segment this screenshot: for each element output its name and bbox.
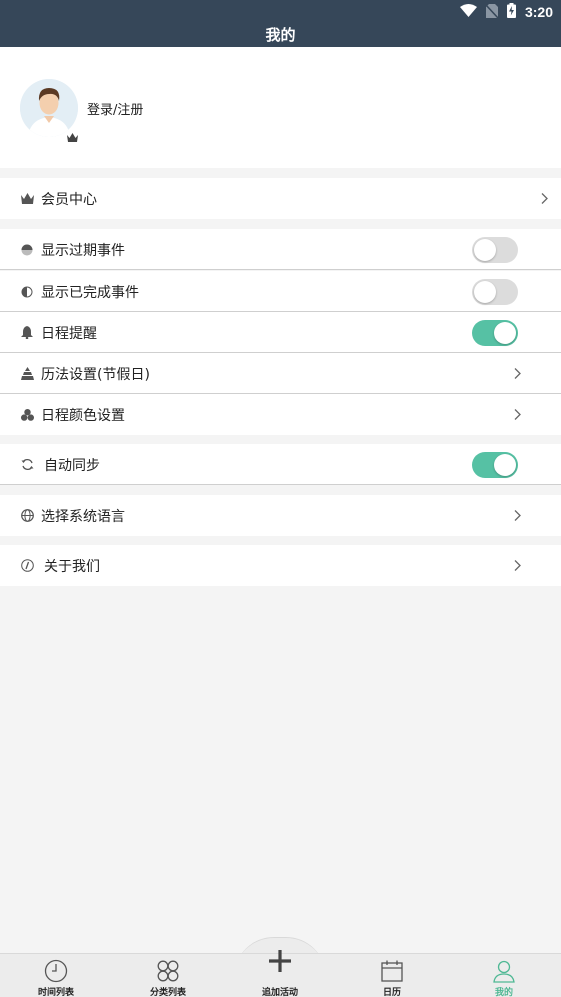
menu-item-about[interactable]: 关于我们: [0, 545, 561, 586]
tab-me[interactable]: 我的: [448, 954, 560, 997]
tab-label: 追加活动: [261, 988, 298, 997]
page-title-bar: 我的: [0, 24, 561, 47]
menu-item-label: 显示过期事件: [41, 242, 125, 259]
menu-item-label: 历法设置(节假日): [41, 366, 150, 383]
menu-item-vip-center[interactable]: 会员中心: [0, 178, 561, 219]
chevron-right-icon: [514, 405, 521, 424]
menu-item-label: 显示已完成事件: [41, 284, 139, 301]
no-sim-icon: [485, 3, 499, 21]
tab-label: 分类列表: [149, 988, 186, 997]
toggle-knob: [494, 321, 516, 344]
tab-add-activity[interactable]: 追加活动: [224, 950, 336, 997]
show-completed-toggle[interactable]: [472, 278, 518, 305]
wifi-icon: [459, 4, 477, 20]
globe-icon: [20, 509, 34, 523]
category-icon: [156, 959, 180, 983]
menu-item-label: 会员中心: [41, 191, 97, 208]
login-register-link[interactable]: 登录/注册: [87, 99, 143, 118]
tab-time-list[interactable]: 时间列表: [0, 954, 112, 997]
profile-section[interactable]: 登录/注册: [0, 47, 561, 168]
chevron-right-icon: [514, 506, 521, 525]
menu-item-show-expired[interactable]: 显示过期事件: [0, 229, 561, 270]
status-time: 3:20: [524, 4, 553, 20]
half-circle-icon: [20, 243, 34, 257]
divider: [0, 269, 561, 270]
divider: [0, 484, 561, 485]
menu-item-label: 日程颜色设置: [41, 407, 125, 424]
tab-label: 日历: [382, 988, 401, 997]
plus-icon: [267, 946, 293, 976]
palette-icon: [20, 408, 34, 422]
show-expired-toggle[interactable]: [472, 236, 518, 263]
menu-item-color-settings[interactable]: 日程颜色设置: [0, 394, 561, 435]
menu-item-auto-sync[interactable]: 自动同步: [0, 444, 561, 485]
menu-item-label: 自动同步: [44, 457, 100, 474]
menu-item-label: 选择系统语言: [41, 508, 125, 525]
menu-item-label: 关于我们: [44, 558, 100, 575]
tab-calendar[interactable]: 日历: [336, 954, 448, 997]
status-bar: 3:20: [0, 0, 561, 24]
toggle-knob: [474, 238, 496, 261]
chevron-right-icon: [514, 364, 521, 383]
chevron-right-icon: [514, 556, 521, 575]
chevron-right-icon: [541, 189, 548, 208]
toggle-knob: [474, 280, 496, 303]
sync-icon: [20, 458, 34, 472]
bottom-tab-bar: 时间列表 分类列表 追加活动 日历 我的: [0, 950, 561, 997]
menu-item-language[interactable]: 选择系统语言: [0, 495, 561, 536]
tab-category-list[interactable]: 分类列表: [112, 954, 224, 997]
menu-item-label: 日程提醒: [41, 325, 97, 342]
contrast-icon: [20, 285, 34, 299]
person-icon: [492, 959, 516, 983]
crown-icon: [20, 192, 34, 206]
bell-icon: [20, 326, 34, 340]
menu-item-show-completed[interactable]: 显示已完成事件: [0, 271, 561, 312]
calendar-icon: [380, 959, 404, 983]
reminder-toggle[interactable]: [472, 319, 518, 346]
menu-item-calendar-settings[interactable]: 历法设置(节假日): [0, 353, 561, 394]
vip-crown-icon: [67, 127, 78, 146]
toggle-knob: [494, 453, 516, 476]
tab-label: 时间列表: [37, 988, 74, 997]
menu-item-reminder[interactable]: 日程提醒: [0, 312, 561, 353]
battery-charging-icon: [506, 3, 516, 21]
pagoda-icon: [20, 367, 34, 381]
info-icon: [20, 559, 34, 573]
clock-icon: [44, 959, 68, 983]
auto-sync-toggle[interactable]: [472, 451, 518, 478]
page-title: 我的: [265, 26, 296, 44]
tab-label: 我的: [494, 988, 513, 997]
